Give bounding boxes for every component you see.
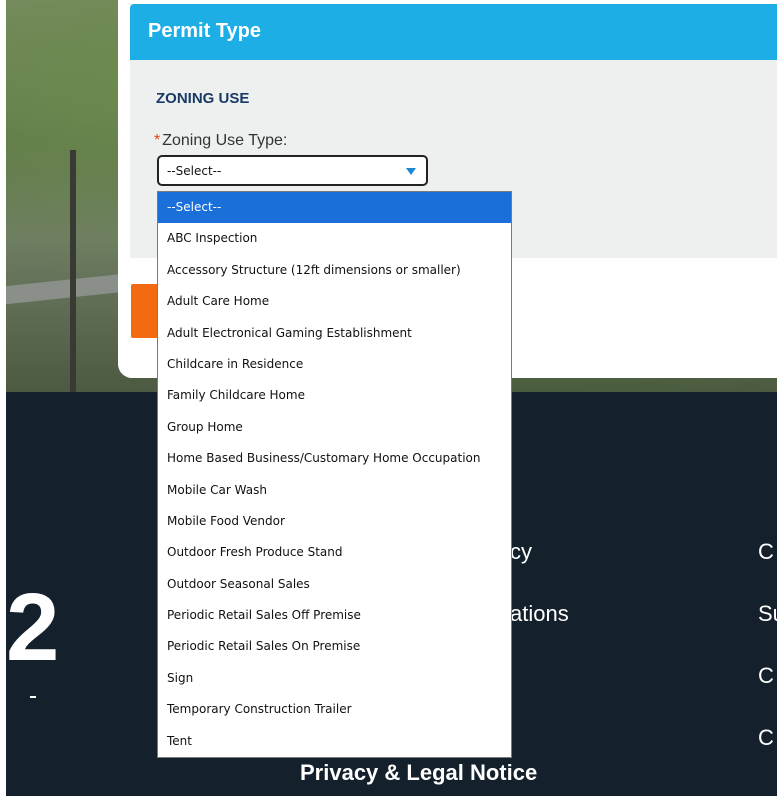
logo-trademark bbox=[30, 696, 36, 698]
option-item[interactable]: Temporary Construction Trailer bbox=[158, 694, 511, 725]
chevron-down-icon bbox=[406, 168, 416, 175]
option-item[interactable]: Mobile Food Vendor bbox=[158, 506, 511, 537]
option-item[interactable]: Group Home bbox=[158, 412, 511, 443]
zoning-use-type-options[interactable]: --Select-- ABC Inspection Accessory Stru… bbox=[157, 191, 512, 758]
footer-link-locations[interactable]: ations bbox=[510, 601, 569, 627]
option-item-selected[interactable]: --Select-- bbox=[158, 192, 511, 224]
zoning-use-type-select[interactable]: --Select-- bbox=[157, 155, 428, 186]
option-item[interactable]: Home Based Business/Customary Home Occup… bbox=[158, 443, 511, 474]
footer-link-right-2[interactable]: Su bbox=[758, 601, 777, 627]
primary-action-button[interactable] bbox=[131, 284, 159, 338]
footer-link-right-4[interactable]: C bbox=[758, 725, 774, 751]
option-item[interactable]: Sign bbox=[158, 663, 511, 694]
option-item[interactable]: Accessory Structure (12ft dimensions or … bbox=[158, 255, 511, 286]
footer-logo[interactable]: 2 bbox=[6, 580, 59, 676]
zoning-use-type-label-text: Zoning Use Type: bbox=[162, 132, 288, 149]
option-item[interactable]: Tent bbox=[158, 726, 511, 757]
card-header: Permit Type bbox=[130, 4, 777, 60]
card-title: Permit Type bbox=[148, 20, 261, 42]
background-pole bbox=[70, 150, 76, 392]
option-item[interactable]: Periodic Retail Sales On Premise bbox=[158, 631, 511, 662]
option-item[interactable]: Mobile Car Wash bbox=[158, 475, 511, 506]
option-item[interactable]: Adult Care Home bbox=[158, 286, 511, 317]
select-current-value: --Select-- bbox=[167, 164, 222, 178]
footer-link-right-3[interactable]: C bbox=[758, 663, 774, 689]
option-item[interactable]: Family Childcare Home bbox=[158, 380, 511, 411]
footer-link-right-1[interactable]: C bbox=[758, 539, 774, 565]
option-item[interactable]: Adult Electronical Gaming Establishment bbox=[158, 318, 511, 349]
footer-bottom-link[interactable]: Privacy & Legal Notice bbox=[300, 760, 537, 786]
footer-link-privacy[interactable]: cy bbox=[510, 539, 532, 565]
option-item[interactable]: Outdoor Seasonal Sales bbox=[158, 569, 511, 600]
section-title: ZONING USE bbox=[156, 90, 250, 107]
required-marker: * bbox=[154, 132, 161, 149]
option-item[interactable]: Periodic Retail Sales Off Premise bbox=[158, 600, 511, 631]
option-item[interactable]: Childcare in Residence bbox=[158, 349, 511, 380]
option-item[interactable]: Outdoor Fresh Produce Stand bbox=[158, 537, 511, 568]
background-road bbox=[0, 273, 131, 305]
option-item[interactable]: ABC Inspection bbox=[158, 223, 511, 254]
zoning-use-type-label: * Zoning Use Type: bbox=[154, 132, 287, 150]
